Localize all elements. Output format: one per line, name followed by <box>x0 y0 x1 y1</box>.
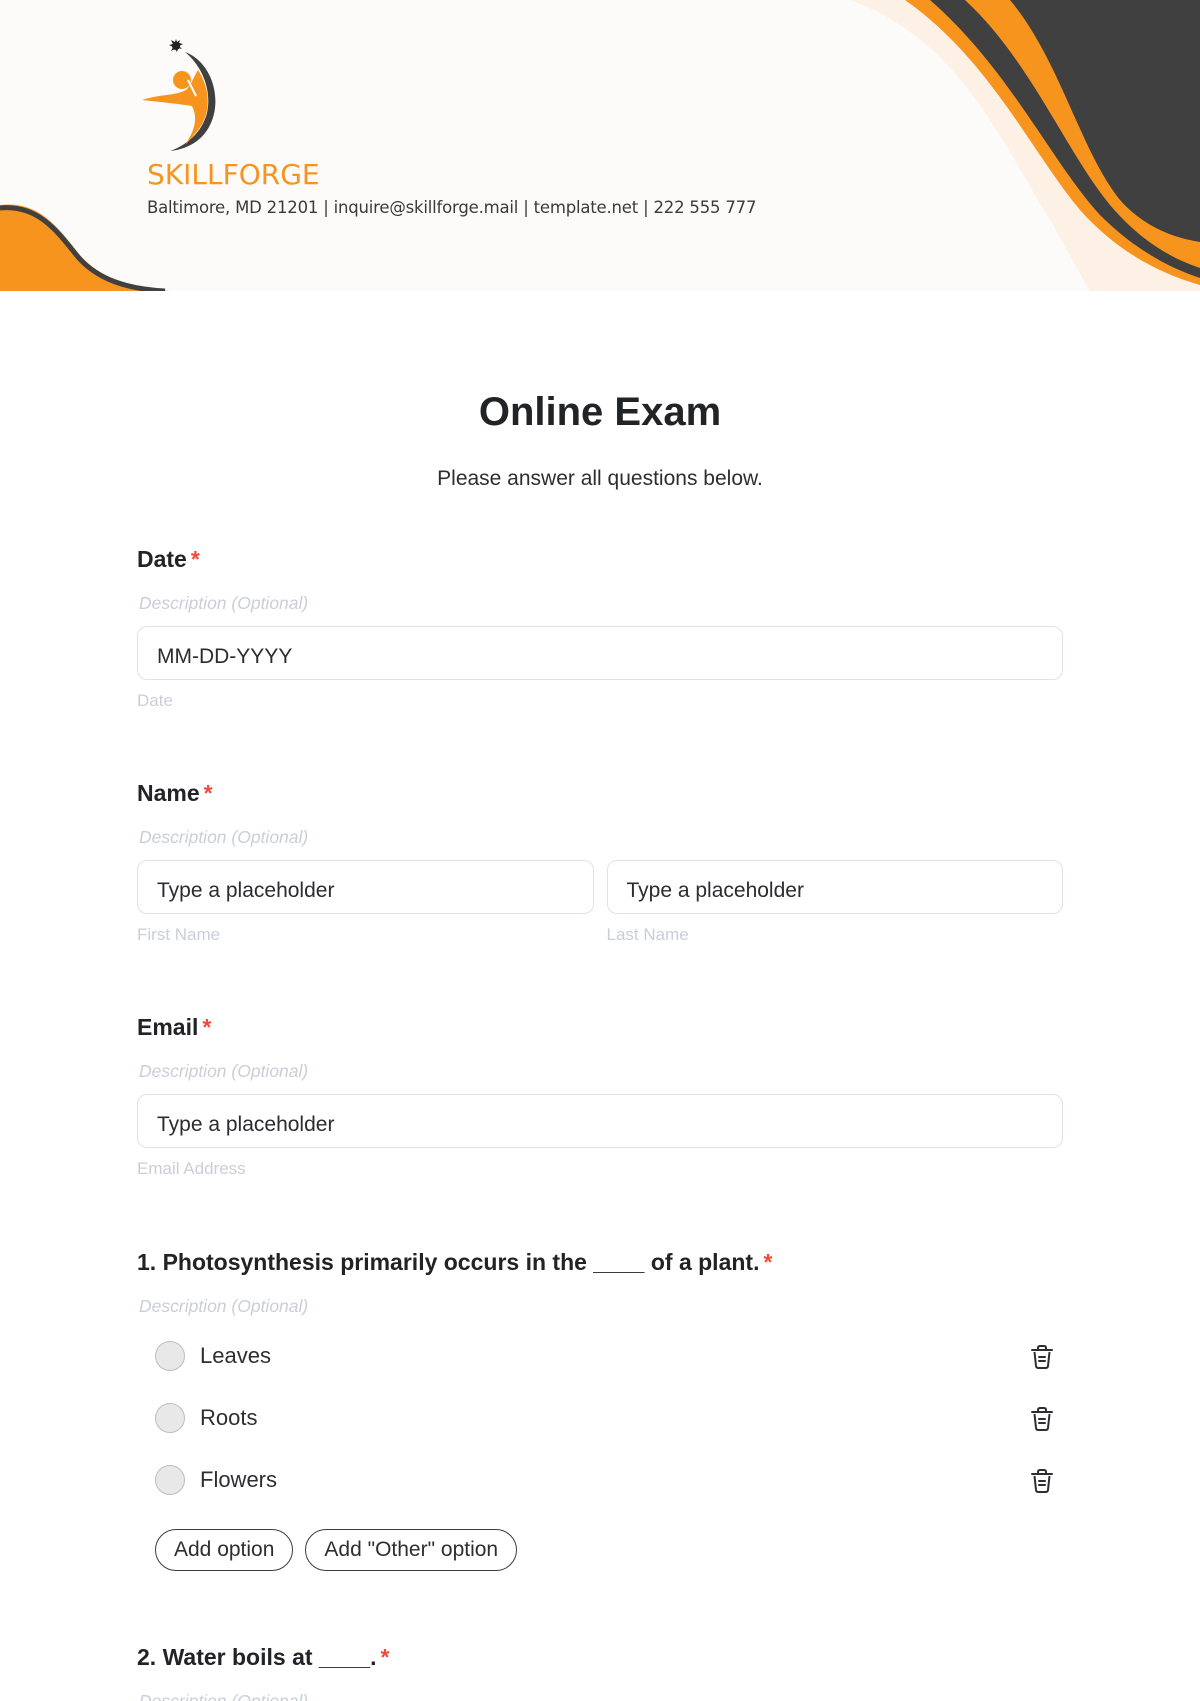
question-1-text: 1. Photosynthesis primarily occurs in th… <box>137 1249 760 1275</box>
option-actions: Add option Add "Other" option <box>155 1529 1063 1571</box>
first-name-column: Type a placeholder First Name <box>137 860 594 945</box>
trash-icon[interactable] <box>1029 1467 1055 1495</box>
contact-info: Baltimore, MD 21201 | inquire@skillforge… <box>147 198 757 217</box>
first-name-sublabel: First Name <box>137 925 221 944</box>
question-1-options: Leaves Roots Flowers <box>137 1325 1063 1511</box>
add-other-option-button[interactable]: Add "Other" option <box>305 1529 518 1571</box>
required-asterisk: * <box>203 780 213 806</box>
date-label-text: Date <box>137 546 187 572</box>
question-1-description[interactable]: Description (Optional) <box>139 1296 1063 1317</box>
trash-icon[interactable] <box>1029 1343 1055 1371</box>
form-subtitle: Please answer all questions below. <box>437 467 763 490</box>
brand-name: SKILLFORGE <box>147 158 320 191</box>
date-input[interactable]: MM-DD-YYYY <box>137 626 1063 680</box>
question-2-text: 2. Water boils at ____. <box>137 1644 377 1670</box>
email-label: Email * <box>137 1014 1063 1041</box>
date-field-group: Date * Description (Optional) MM-DD-YYYY … <box>137 546 1063 711</box>
email-sublabel: Email Address <box>137 1159 246 1178</box>
email-input[interactable]: Type a placeholder <box>137 1094 1063 1148</box>
radio-button[interactable] <box>155 1465 185 1495</box>
last-name-column: Type a placeholder Last Name <box>606 860 1063 945</box>
name-description[interactable]: Description (Optional) <box>139 827 1063 848</box>
option-item: Flowers <box>137 1449 1063 1511</box>
radio-button[interactable] <box>155 1403 185 1433</box>
email-label-text: Email <box>137 1014 199 1040</box>
trash-icon[interactable] <box>1029 1405 1055 1433</box>
name-label-text: Name <box>137 780 200 806</box>
last-name-input[interactable]: Type a placeholder <box>606 860 1063 914</box>
required-asterisk: * <box>763 1249 773 1275</box>
name-field-group: Name * Description (Optional) Type a plac… <box>137 780 1063 945</box>
name-inputs-row: Type a placeholder First Name Type a pla… <box>137 860 1063 945</box>
option-label[interactable]: Roots <box>200 1405 257 1431</box>
skillforge-logo-icon <box>142 39 216 151</box>
email-field-group: Email * Description (Optional) Type a pla… <box>137 1014 1063 1179</box>
email-description[interactable]: Description (Optional) <box>139 1061 1063 1082</box>
last-name-sublabel: Last Name <box>606 925 689 944</box>
date-sublabel: Date <box>137 691 173 710</box>
required-asterisk: * <box>202 1014 212 1040</box>
first-name-input[interactable]: Type a placeholder <box>137 860 594 914</box>
required-asterisk: * <box>380 1644 390 1670</box>
letterhead: SKILLFORGE Baltimore, MD 21201 | inquire… <box>0 0 1200 291</box>
radio-button[interactable] <box>155 1341 185 1371</box>
option-item: Roots <box>137 1387 1063 1449</box>
required-asterisk: * <box>190 546 200 572</box>
option-label[interactable]: Leaves <box>200 1343 271 1369</box>
question-1-group: 1. Photosynthesis primarily occurs in th… <box>137 1249 1063 1571</box>
add-option-button[interactable]: Add option <box>155 1529 294 1571</box>
option-label[interactable]: Flowers <box>200 1467 277 1493</box>
question-2-group: 2. Water boils at ____. * Description (Op… <box>137 1644 1063 1701</box>
form-title: Online Exam <box>478 390 722 434</box>
question-2-description[interactable]: Description (Optional) <box>139 1691 1063 1701</box>
name-label: Name * <box>137 780 1063 807</box>
option-item: Leaves <box>137 1325 1063 1387</box>
date-description[interactable]: Description (Optional) <box>139 593 1063 614</box>
date-label: Date * <box>137 546 1063 573</box>
question-1-label: 1. Photosynthesis primarily occurs in th… <box>137 1249 1063 1276</box>
question-2-label: 2. Water boils at ____. * <box>137 1644 1063 1671</box>
